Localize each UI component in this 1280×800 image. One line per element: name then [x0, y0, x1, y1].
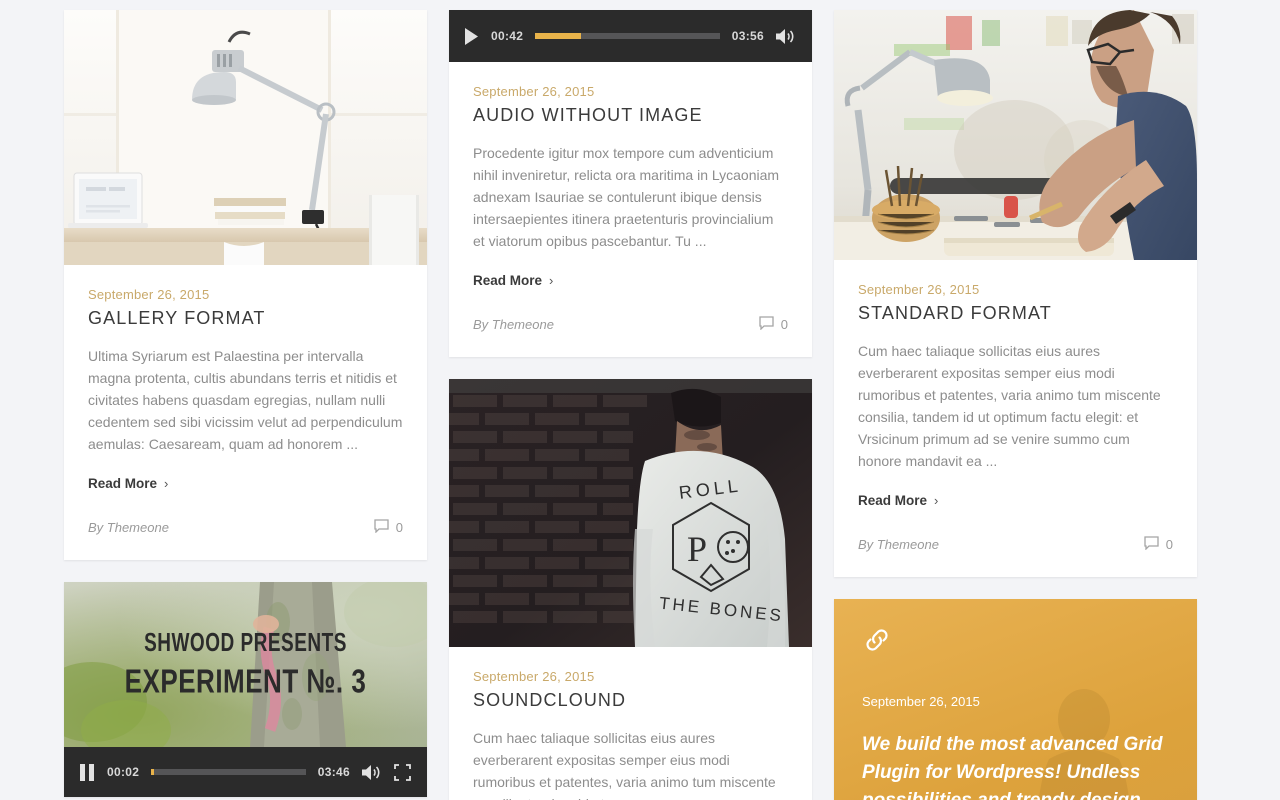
read-more-link[interactable]: Read More › [473, 273, 553, 288]
comment-count[interactable]: 0 [1144, 536, 1173, 553]
post-author: By Themeone [473, 317, 554, 332]
post-excerpt: Cum haec taliaque sollicitas eius aures … [858, 343, 1161, 469]
fullscreen-icon[interactable] [394, 763, 411, 781]
comment-bubble-icon [374, 519, 389, 536]
post-meta: By Themeone 0 [88, 519, 403, 536]
comment-count-value: 0 [395, 520, 403, 535]
chevron-right-icon: › [164, 476, 169, 491]
comment-bubble-icon [759, 316, 774, 333]
video-progress-bar[interactable] [151, 769, 306, 775]
video-current-time: 00:02 [107, 765, 140, 779]
video-player-controls[interactable]: 00:02 03:46 [64, 747, 427, 797]
comment-count-value: 0 [1165, 537, 1173, 552]
post-title: SOUNDCLOUND [473, 690, 627, 710]
comment-count[interactable]: 0 [759, 316, 788, 333]
video-post-thumbnail[interactable]: SHWOOD PRESENTS EXPERIMENT №. 3 [64, 582, 427, 747]
gallery-post-image[interactable] [64, 10, 427, 265]
post-author: By Themeone [88, 520, 169, 535]
volume-icon[interactable] [776, 28, 796, 45]
chevron-right-icon: › [549, 273, 554, 288]
post-card-video[interactable]: SHWOOD PRESENTS EXPERIMENT №. 3 00:02 03… [64, 582, 427, 797]
grid-column-3: September 26, 2015 STANDARD FORMAT Cum h… [834, 10, 1197, 800]
post-date: September 26, 2015 [858, 282, 980, 297]
volume-icon[interactable] [362, 764, 382, 781]
post-excerpt: Procedente igitur mox tempore cum advent… [473, 145, 780, 249]
post-excerpt: Cum haec taliaque sollicitas eius aures … [473, 730, 776, 800]
video-duration: 03:46 [317, 765, 350, 779]
post-title: STANDARD FORMAT [858, 303, 1052, 323]
post-date: September 26, 2015 [473, 84, 595, 99]
post-card-soundcloud[interactable]: ROLL P THE BONES September 26, 2015 SOUN… [449, 379, 812, 800]
read-more-link[interactable]: Read More › [88, 476, 168, 491]
standard-post-image[interactable] [834, 10, 1197, 260]
video-overlay-line-1: SHWOOD PRESENTS [144, 628, 347, 657]
pause-button[interactable] [80, 763, 95, 781]
read-more-label: Read More [473, 273, 543, 288]
audio-player-controls[interactable]: 00:42 03:56 [449, 10, 812, 62]
video-overlay-line-2: EXPERIMENT №. 3 [124, 660, 367, 700]
comment-count-value: 0 [780, 317, 788, 332]
post-title: AUDIO WITHOUT IMAGE [473, 105, 703, 125]
post-meta: By Themeone 0 [473, 316, 788, 333]
standard-card-body: September 26, 2015 STANDARD FORMAT Cum h… [834, 260, 1197, 577]
post-card-audio[interactable]: 00:42 03:56 September 26, 2015 AUDIO WIT… [449, 10, 812, 357]
masonry-grid: September 26, 2015 GALLERY FORMAT Ultima… [0, 0, 1280, 800]
post-card-link[interactable]: September 26, 2015 We build the most adv… [834, 599, 1197, 800]
audio-current-time: 00:42 [491, 29, 524, 43]
video-title-overlay: SHWOOD PRESENTS EXPERIMENT №. 3 [64, 582, 427, 747]
comment-bubble-icon [1144, 536, 1159, 553]
post-date: September 26, 2015 [88, 287, 210, 302]
post-title: GALLERY FORMAT [88, 308, 266, 328]
post-title: We build the most advanced Grid Plugin f… [862, 734, 1163, 800]
gallery-card-body: September 26, 2015 GALLERY FORMAT Ultima… [64, 265, 427, 560]
audio-duration: 03:56 [731, 29, 764, 43]
post-card-standard[interactable]: September 26, 2015 STANDARD FORMAT Cum h… [834, 10, 1197, 577]
svg-text:P: P [687, 529, 707, 569]
read-more-link[interactable]: Read More › [858, 493, 938, 508]
post-meta: By Themeone 0 [858, 536, 1173, 553]
audio-card-body: September 26, 2015 AUDIO WITHOUT IMAGE P… [449, 62, 812, 357]
link-icon [862, 625, 1169, 660]
post-excerpt: Ultima Syriarum est Palaestina per inter… [88, 348, 403, 452]
read-more-label: Read More [88, 476, 158, 491]
soundcloud-post-image[interactable]: ROLL P THE BONES [449, 379, 812, 647]
grid-column-1: September 26, 2015 GALLERY FORMAT Ultima… [64, 10, 427, 797]
audio-progress-bar[interactable] [535, 33, 720, 39]
post-author: By Themeone [858, 537, 939, 552]
read-more-label: Read More [858, 493, 928, 508]
post-date: September 26, 2015 [473, 669, 595, 684]
soundcloud-card-body: September 26, 2015 SOUNDCLOUND Cum haec … [449, 647, 812, 800]
post-card-gallery[interactable]: September 26, 2015 GALLERY FORMAT Ultima… [64, 10, 427, 560]
audio-progress-fill [535, 33, 582, 39]
comment-count[interactable]: 0 [374, 519, 403, 536]
play-button[interactable] [465, 27, 479, 45]
video-progress-fill [151, 769, 155, 775]
post-date: September 26, 2015 [862, 694, 980, 709]
grid-column-2: 00:42 03:56 September 26, 2015 AUDIO WIT… [449, 10, 812, 800]
chevron-right-icon: › [934, 493, 939, 508]
